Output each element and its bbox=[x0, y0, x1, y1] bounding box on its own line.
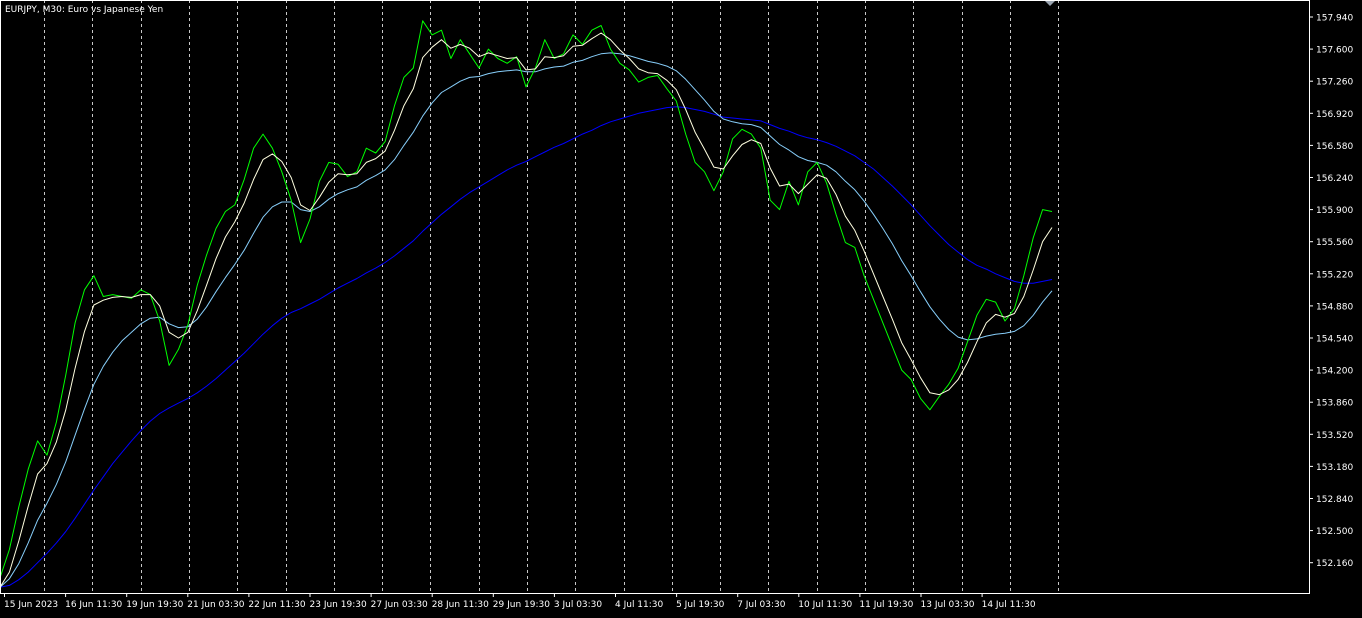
x-tick-label: 27 Jun 03:30 bbox=[371, 600, 428, 610]
price-chart[interactable]: 157.940 157.600 157.260 156.920 156.580 156.2… bbox=[0, 0, 1362, 614]
y-tick-label: 155.900 bbox=[1316, 206, 1353, 216]
y-tick-label: 152.840 bbox=[1316, 495, 1353, 505]
x-tick-label: 11 Jul 19:30 bbox=[859, 600, 913, 610]
y-tick-label: 155.560 bbox=[1316, 238, 1353, 248]
y-tick-label: 157.600 bbox=[1316, 46, 1353, 56]
x-tick-label: 19 Jun 19:30 bbox=[126, 600, 183, 610]
chart-window[interactable]: 157.940 157.600 157.260 156.920 156.580 156.2… bbox=[0, 0, 1362, 614]
y-tick-label: 157.260 bbox=[1316, 78, 1353, 88]
x-tick-label: 10 Jul 11:30 bbox=[798, 600, 852, 610]
x-tick-label: 3 Jul 03:30 bbox=[554, 600, 603, 610]
y-tick-label: 153.180 bbox=[1316, 463, 1353, 473]
chart-title: EURJPY, M30: Euro vs Japanese Yen bbox=[5, 5, 163, 15]
x-tick-label: 29 Jun 19:30 bbox=[493, 600, 550, 610]
y-tick-label: 156.580 bbox=[1316, 142, 1353, 152]
x-tick-label: 5 Jul 19:30 bbox=[676, 600, 725, 610]
x-tick-label: 28 Jun 11:30 bbox=[432, 600, 489, 610]
y-tick-label: 152.160 bbox=[1316, 559, 1353, 569]
x-tick-label: 21 Jun 03:30 bbox=[187, 600, 244, 610]
x-tick-label: 7 Jul 03:30 bbox=[737, 600, 786, 610]
x-tick-label: 13 Jul 03:30 bbox=[921, 600, 975, 610]
chart-background bbox=[0, 0, 1362, 614]
y-tick-label: 153.520 bbox=[1316, 431, 1353, 441]
y-tick-label: 152.500 bbox=[1316, 527, 1353, 537]
x-tick-label: 14 Jul 11:30 bbox=[982, 600, 1036, 610]
y-tick-label: 157.940 bbox=[1316, 14, 1353, 24]
y-tick-label: 155.220 bbox=[1316, 270, 1353, 280]
y-tick-label: 154.540 bbox=[1316, 335, 1353, 345]
x-tick-label: 23 Jun 19:30 bbox=[310, 600, 367, 610]
y-tick-label: 156.920 bbox=[1316, 110, 1353, 120]
y-tick-label: 156.240 bbox=[1316, 174, 1353, 184]
y-tick-label: 154.880 bbox=[1316, 302, 1353, 312]
x-tick-label: 16 Jun 11:30 bbox=[65, 600, 122, 610]
y-tick-label: 153.860 bbox=[1316, 399, 1353, 409]
y-tick-label: 154.200 bbox=[1316, 367, 1353, 377]
x-tick-label: 4 Jul 11:30 bbox=[615, 600, 664, 610]
x-tick-label: 22 Jun 11:30 bbox=[248, 600, 305, 610]
x-tick-label: 15 Jun 2023 bbox=[4, 600, 58, 610]
